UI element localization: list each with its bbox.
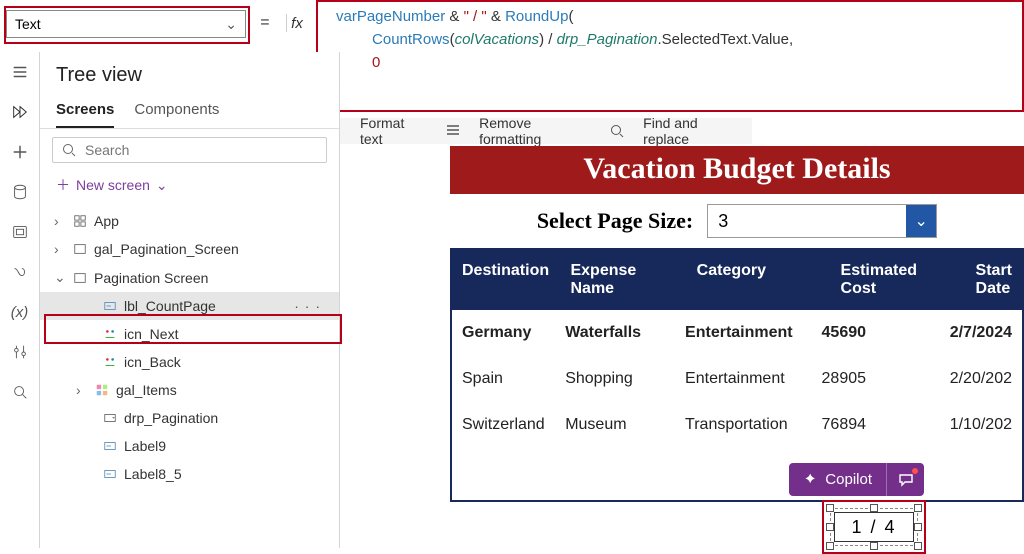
pager-label[interactable]: 1 / 4 bbox=[834, 512, 914, 542]
icon-icon bbox=[102, 354, 118, 370]
search-rail-icon[interactable] bbox=[10, 382, 30, 402]
formula-token: varPageNumber bbox=[336, 8, 445, 25]
chevron-down-icon: ⌄ bbox=[54, 269, 66, 286]
tab-components[interactable]: Components bbox=[134, 95, 219, 128]
chevron-down-icon: ⌄ bbox=[225, 16, 237, 33]
col-estimated-cost: Estimated Cost bbox=[831, 250, 966, 310]
page-size-label: Select Page Size: bbox=[537, 208, 693, 234]
dropdown-value: 3 bbox=[708, 211, 738, 232]
format-text-button[interactable]: Format text bbox=[360, 115, 427, 147]
screen-icon bbox=[72, 270, 88, 286]
app-canvas: Vacation Budget Details Select Page Size… bbox=[450, 146, 1024, 548]
panel-tabs: Screens Components bbox=[40, 95, 339, 129]
tree-node-lbl-countpage[interactable]: lbl_CountPage· · · bbox=[40, 292, 339, 320]
panel-title: Tree view bbox=[40, 52, 339, 95]
table-row[interactable]: Switzerland Museum Transportation 76894 … bbox=[452, 402, 1022, 448]
table-row[interactable]: Germany Waterfalls Entertainment 45690 2… bbox=[452, 310, 1022, 356]
tree-node-drp-pagination[interactable]: drp_Pagination bbox=[40, 404, 339, 432]
copilot-icon bbox=[803, 472, 819, 488]
tree-view-icon[interactable] bbox=[10, 102, 30, 122]
page-size-row: Select Page Size: 3 ⌄ bbox=[450, 194, 1024, 248]
feedback-icon bbox=[898, 472, 914, 488]
chevron-down-icon: ⌄ bbox=[156, 177, 168, 194]
remove-formatting-button[interactable]: Remove formatting bbox=[479, 115, 591, 147]
property-selector-value: Text bbox=[15, 16, 41, 32]
data-grid: Destination Expense Name Category Estima… bbox=[450, 248, 1024, 502]
dropdown-icon bbox=[102, 410, 118, 426]
tree-node-label8-5[interactable]: Label8_5 bbox=[40, 460, 339, 488]
plus-icon[interactable] bbox=[10, 142, 30, 162]
plus-icon: ＋ bbox=[56, 175, 70, 195]
search-input[interactable] bbox=[52, 137, 327, 163]
tree-node-pagination-screen[interactable]: ⌄Pagination Screen bbox=[40, 263, 339, 292]
equals-sign: = bbox=[260, 14, 269, 32]
col-category: Category bbox=[687, 250, 831, 310]
formula-bar[interactable]: varPageNumber & " / " & RoundUp( CountRo… bbox=[316, 0, 1024, 112]
col-destination: Destination bbox=[452, 250, 560, 310]
media-icon[interactable] bbox=[10, 222, 30, 242]
grid-body: Germany Waterfalls Entertainment 45690 2… bbox=[452, 310, 1022, 500]
grid-header: Destination Expense Name Category Estima… bbox=[452, 250, 1022, 310]
formula-toolbar: Format text Remove formatting Find and r… bbox=[316, 118, 752, 144]
tree-node-gal-items[interactable]: ›gal_Items bbox=[40, 376, 339, 404]
new-screen-button[interactable]: ＋ New screen ⌄ bbox=[40, 167, 339, 203]
gallery-icon bbox=[94, 382, 110, 398]
chevron-right-icon: › bbox=[54, 241, 66, 257]
chevron-down-icon: ⌄ bbox=[906, 205, 936, 237]
property-selector[interactable]: Text ⌄ bbox=[6, 10, 246, 38]
copilot-button-group: Copilot bbox=[789, 463, 924, 496]
icon-icon bbox=[102, 326, 118, 342]
remove-format-icon bbox=[445, 123, 461, 139]
screen-icon bbox=[72, 241, 88, 257]
tree-node-label9[interactable]: Label9 bbox=[40, 432, 339, 460]
tools-icon[interactable] bbox=[10, 342, 30, 362]
tree-node-icn-back[interactable]: icn_Back bbox=[40, 348, 339, 376]
label-icon bbox=[102, 438, 118, 454]
app-title: Vacation Budget Details bbox=[450, 146, 1024, 194]
find-replace-button[interactable]: Find and replace bbox=[643, 115, 742, 147]
search-icon bbox=[609, 123, 625, 139]
col-expense-name: Expense Name bbox=[560, 250, 686, 310]
hamburger-icon[interactable] bbox=[10, 62, 30, 82]
label-icon bbox=[102, 466, 118, 482]
tree-node-icn-next[interactable]: icn_Next bbox=[40, 320, 339, 348]
tree: ›App ›gal_Pagination_Screen ⌄Pagination … bbox=[40, 203, 339, 548]
tree-node-gal-pagination-screen[interactable]: ›gal_Pagination_Screen bbox=[40, 235, 339, 263]
tree-view-panel: Tree view Screens Components ＋ New scree… bbox=[40, 52, 340, 548]
flows-icon[interactable] bbox=[10, 262, 30, 282]
page-size-dropdown[interactable]: 3 ⌄ bbox=[707, 204, 937, 238]
tab-screens[interactable]: Screens bbox=[56, 95, 114, 128]
fx-icon[interactable]: fx bbox=[286, 12, 308, 34]
table-row[interactable]: Spain Shopping Entertainment 28905 2/20/… bbox=[452, 356, 1022, 402]
search-field[interactable] bbox=[85, 142, 318, 158]
copilot-feedback-button[interactable] bbox=[886, 463, 924, 496]
more-icon[interactable]: · · · bbox=[294, 298, 321, 314]
chevron-right-icon: › bbox=[54, 213, 66, 229]
left-rail: (x) bbox=[0, 52, 40, 548]
copilot-button[interactable]: Copilot bbox=[789, 463, 886, 496]
search-icon bbox=[61, 142, 77, 158]
label-icon bbox=[102, 298, 118, 314]
chevron-right-icon: › bbox=[76, 382, 88, 398]
tree-node-app[interactable]: ›App bbox=[40, 207, 339, 235]
app-icon bbox=[72, 213, 88, 229]
data-icon[interactable] bbox=[10, 182, 30, 202]
col-start-date: Start Date bbox=[966, 250, 1022, 310]
variables-icon[interactable]: (x) bbox=[10, 302, 30, 322]
